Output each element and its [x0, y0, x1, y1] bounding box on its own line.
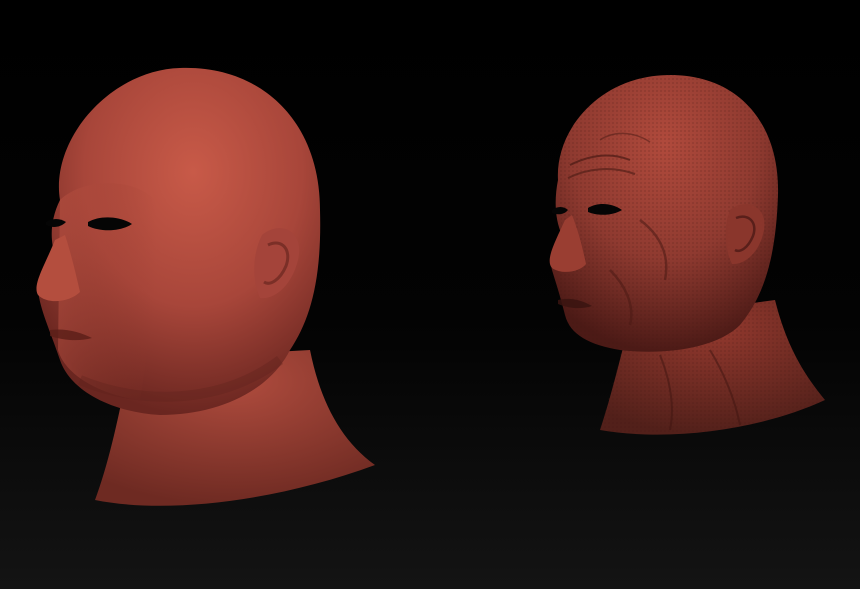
detailed-head-sculpt: [540, 70, 840, 450]
render-viewport: [0, 0, 860, 589]
detailed-head-sculpt-icon: [549, 75, 825, 435]
smooth-head-sculpt: [20, 60, 390, 530]
smooth-head-sculpt-icon: [36, 67, 375, 506]
